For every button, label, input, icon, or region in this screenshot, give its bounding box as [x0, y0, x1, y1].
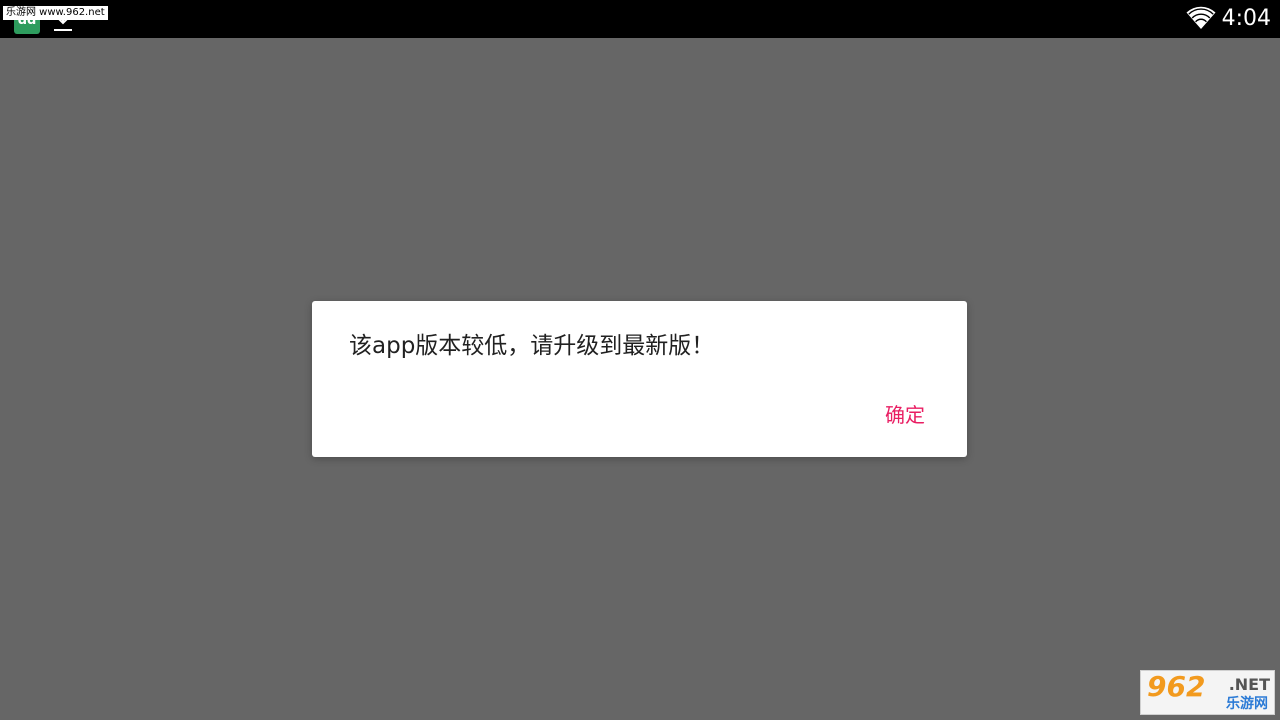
status-bar-clock: 4:04: [1221, 6, 1271, 31]
watermark-logo: 962 .NET 乐游网: [1140, 670, 1275, 715]
wifi-icon: [1186, 6, 1216, 29]
watermark-logo-number: 962: [1147, 670, 1206, 703]
watermark-text: 乐游网 www.962.net: [3, 6, 108, 20]
dialog-message: 该app版本较低，请升级到最新版！: [349, 333, 715, 359]
watermark-logo-suffix: .NET: [1228, 675, 1270, 694]
upgrade-alert-dialog: 该app版本较低，请升级到最新版！ 确定: [312, 301, 967, 457]
ok-button[interactable]: 确定: [877, 399, 933, 431]
status-bar: dd 乐游网 www.962.net 4:04: [0, 0, 1280, 38]
watermark-logo-subtitle: 乐游网: [1226, 696, 1268, 712]
